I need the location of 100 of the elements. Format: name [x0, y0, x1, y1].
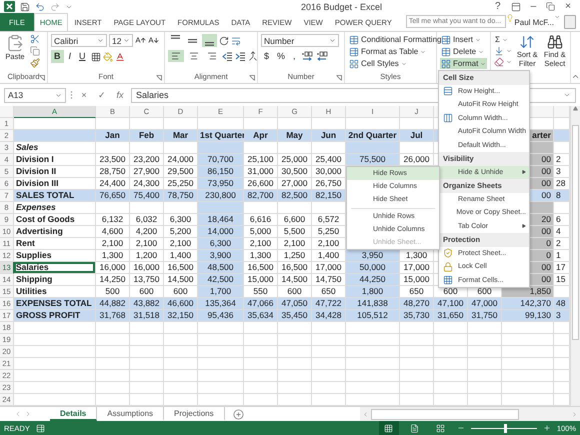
- collapse-ribbon-icon[interactable]: [571, 72, 580, 81]
- font-size-dropdown[interactable]: 12: [109, 34, 133, 47]
- vertical-align-icon: [205, 42, 214, 46]
- submenu-arrow-icon: [522, 170, 526, 174]
- decrease-indent-icon[interactable]: [222, 50, 233, 62]
- grip-icon[interactable]: [70, 90, 73, 100]
- font-style-button[interactable]: U: [76, 50, 89, 63]
- number-format-dropdown[interactable]: Number: [261, 34, 339, 47]
- styles-button[interactable]: Format as Table: [348, 46, 428, 57]
- zoom-thumb[interactable]: [504, 424, 507, 432]
- table-cell: 1,250: [278, 250, 312, 262]
- autosum-button[interactable]: Σ: [494, 34, 509, 45]
- undo-icon[interactable]: [35, 2, 45, 12]
- ribbon-display-icon[interactable]: [510, 2, 521, 12]
- table-cell: 27,000: [278, 178, 312, 190]
- number-format-button[interactable]: ,: [290, 50, 299, 63]
- horizontal-scrollbar[interactable]: [360, 407, 580, 421]
- format-painter-icon[interactable]: [30, 58, 40, 68]
- number-format-button[interactable]: $: [261, 50, 272, 63]
- decrease-decimal-icon[interactable]: [316, 51, 329, 62]
- expand-icon: [563, 91, 571, 99]
- table-cell: 16,500: [278, 262, 312, 274]
- borders-icon[interactable]: [90, 52, 101, 62]
- table-cell: 5,500: [278, 226, 312, 238]
- sheet-tab[interactable]: Details: [50, 407, 98, 421]
- table-cell: 25,000: [278, 154, 312, 166]
- font-style-button[interactable]: I: [66, 50, 74, 63]
- table-cell: 34,428: [312, 310, 346, 322]
- fill-color-icon[interactable]: [102, 52, 113, 62]
- table-cell: 17: [554, 262, 570, 274]
- align-button[interactable]: [168, 50, 184, 62]
- table-cell: 4: [554, 226, 570, 238]
- table-cell: 550: [244, 286, 278, 298]
- column-title: Jul: [400, 130, 434, 142]
- font-color-icon[interactable]: [114, 52, 125, 62]
- table-cell: 16,500: [164, 262, 198, 274]
- orientation-icon[interactable]: [219, 36, 229, 46]
- dialog-launcher-icon[interactable]: [156, 75, 162, 81]
- macro-icon[interactable]: [36, 424, 45, 432]
- cut-icon[interactable]: [30, 34, 40, 44]
- table-cell: 6,616: [244, 214, 278, 226]
- font-name-dropdown[interactable]: Calibri: [51, 34, 107, 47]
- table-cell: 6,132: [96, 214, 130, 226]
- table-cell: 31,768: [96, 310, 130, 322]
- table-cell: 31,750: [468, 310, 502, 322]
- view-button[interactable]: [378, 421, 399, 435]
- table-cell: 5,250: [312, 226, 346, 238]
- cells-button[interactable]: Format: [440, 58, 488, 69]
- grid-icon: [443, 275, 453, 286]
- vertical-scrollbar[interactable]: [570, 106, 580, 406]
- number-format-button[interactable]: %: [274, 50, 288, 63]
- styles-button[interactable]: Conditional Formatting: [348, 34, 450, 45]
- minimize-button[interactable]: –: [526, 0, 542, 12]
- table-cell: 1,400: [312, 250, 346, 262]
- font-style-button[interactable]: B: [51, 50, 64, 63]
- help-button[interactable]: ?: [490, 0, 506, 12]
- dialog-launcher-icon[interactable]: [336, 75, 342, 81]
- table-cell: 26,000: [400, 154, 434, 166]
- eraser-icon[interactable]: [494, 57, 504, 67]
- table-cell: 2,100: [278, 238, 312, 250]
- cells-button[interactable]: Insert: [440, 34, 482, 45]
- enter-button[interactable]: ✓: [95, 90, 109, 100]
- vertical-align-button[interactable]: [202, 34, 217, 47]
- table-cell: 25,400: [312, 154, 346, 166]
- copy-icon[interactable]: [30, 46, 40, 56]
- table-cell: 32,150: [164, 310, 198, 322]
- table-cell: 6,300: [198, 238, 244, 250]
- cancel-button[interactable]: ×: [77, 90, 91, 100]
- new-sheet-icon[interactable]: [232, 408, 244, 420]
- sort-icon: [519, 34, 536, 50]
- fill-icon[interactable]: [494, 46, 504, 56]
- table-cell: 30,000: [312, 166, 346, 178]
- cells-button[interactable]: Delete: [440, 46, 486, 57]
- zoom-in-icon[interactable]: [542, 424, 551, 432]
- scroll-thumb[interactable]: [371, 408, 519, 420]
- wrap-text-icon[interactable]: [231, 36, 241, 46]
- table-cell: 4,200: [130, 226, 164, 238]
- increase-indent-icon[interactable]: [235, 50, 246, 62]
- save-icon[interactable]: [20, 2, 30, 12]
- row-label: Expenses: [14, 202, 96, 214]
- table-cell: 29,500: [164, 166, 198, 178]
- scroll-thumb[interactable]: [572, 125, 579, 340]
- close-button[interactable]: ×: [560, 0, 576, 12]
- scroll-up-icon[interactable]: [573, 106, 578, 111]
- name-box[interactable]: A13: [4, 88, 66, 102]
- styles-button[interactable]: Cell Styles: [348, 58, 408, 69]
- dialog-launcher-icon[interactable]: [39, 75, 45, 81]
- table-cell: 27,900: [130, 166, 164, 178]
- restore-icon[interactable]: [546, 2, 556, 11]
- column-title: Jan: [96, 130, 130, 142]
- table-cell: 31,650: [434, 310, 468, 322]
- dialog-launcher-icon[interactable]: [249, 75, 255, 81]
- table-cell: 25,250: [164, 178, 198, 190]
- increase-decimal-icon[interactable]: [300, 51, 314, 62]
- insert-function-button[interactable]: fx: [113, 90, 127, 100]
- account-caret-icon[interactable]: [554, 13, 560, 21]
- row-label: Salaries: [14, 262, 96, 274]
- merge-icon[interactable]: [248, 51, 258, 61]
- page-layout-icon: [410, 424, 420, 432]
- account-name[interactable]: Paul McF...: [514, 18, 554, 26]
